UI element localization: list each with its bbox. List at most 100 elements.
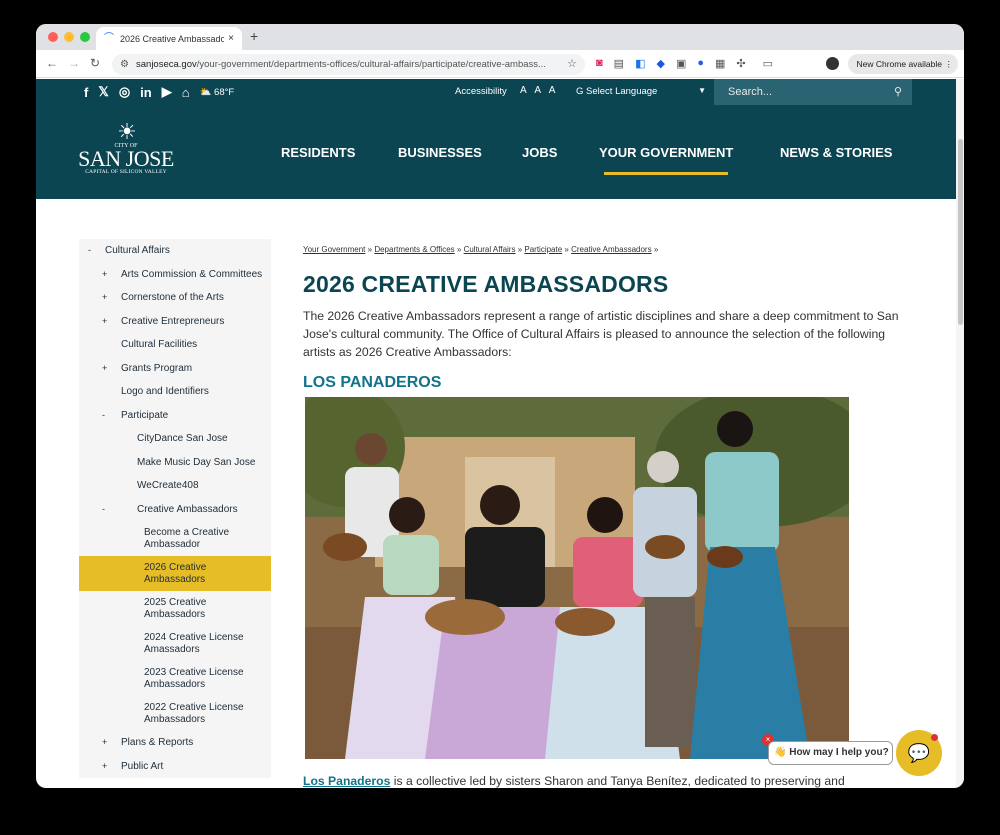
close-tab-icon[interactable]: × bbox=[228, 33, 234, 44]
new-tab-button[interactable]: + bbox=[250, 28, 258, 44]
sun-logo-icon: ☀ bbox=[117, 119, 137, 144]
collapse-icon[interactable]: - bbox=[102, 504, 105, 516]
breadcrumb-participate[interactable]: Participate bbox=[524, 245, 562, 254]
breadcrumb-cultural-affairs[interactable]: Cultural Affairs bbox=[464, 245, 516, 254]
sidebar-item-label: Cultural Affairs bbox=[105, 245, 170, 256]
address-bar[interactable]: ⚙ sanjoseca.gov/your-government/departme… bbox=[112, 54, 585, 75]
bookmark-star-icon[interactable]: ☆ bbox=[567, 54, 577, 75]
collapse-icon[interactable]: - bbox=[88, 245, 91, 257]
facebook-icon[interactable]: f bbox=[84, 85, 88, 100]
sidebar-item[interactable]: + Plans & Reports bbox=[79, 731, 271, 755]
sidebar-item[interactable]: - Creative Ambassadors bbox=[79, 498, 271, 522]
nav-residents[interactable]: RESIDENTS bbox=[281, 145, 355, 160]
expand-icon[interactable]: + bbox=[102, 316, 107, 328]
sidebar-item[interactable]: 2026 Creative Ambassadors bbox=[79, 556, 271, 591]
sidebar-item[interactable]: - Participate bbox=[79, 404, 271, 428]
site-search-input[interactable]: Search... ⚲ bbox=[714, 79, 912, 105]
language-select[interactable]: G Select Language ▼ bbox=[576, 86, 706, 97]
forward-button[interactable]: → bbox=[68, 56, 80, 70]
chat-button[interactable]: 💬 bbox=[896, 730, 942, 776]
scrollbar-thumb[interactable] bbox=[958, 139, 963, 325]
reload-button[interactable]: ↻ bbox=[90, 56, 100, 70]
tab-search-icon[interactable]: ▭ bbox=[763, 57, 773, 70]
sidebar-item[interactable]: Cultural Facilities bbox=[79, 333, 271, 357]
sidebar-item-label: Make Music Day San Jose bbox=[137, 456, 256, 468]
profile-avatar[interactable] bbox=[826, 57, 839, 70]
dropbox-icon[interactable]: ◆ bbox=[656, 57, 664, 70]
breadcrumb-departments[interactable]: Departments & Offices bbox=[374, 245, 454, 254]
breadcrumb-your-government[interactable]: Your Government bbox=[303, 245, 365, 254]
language-label: Select Language bbox=[586, 86, 658, 97]
sidebar-item[interactable]: 2023 Creative License Ambassadors bbox=[79, 661, 271, 696]
sidebar-item[interactable]: + Arts Commission & Committees bbox=[79, 263, 271, 287]
nav-jobs[interactable]: JOBS bbox=[522, 145, 557, 160]
breadcrumb-sep: » bbox=[517, 245, 523, 254]
social-links: f 𝕏 ◎ in ▶ ⌂ ⛅ 68°F bbox=[84, 84, 234, 100]
expand-icon[interactable]: + bbox=[102, 363, 107, 375]
accessibility-link[interactable]: Accessibility bbox=[455, 86, 507, 97]
nav-news-stories[interactable]: NEWS & STORIES bbox=[780, 145, 892, 160]
extension-grid-icon[interactable]: ▦ bbox=[715, 57, 725, 70]
sidebar-item[interactable]: + Cornerstone of the Arts bbox=[79, 286, 271, 310]
los-panaderos-link[interactable]: Los Panaderos bbox=[303, 774, 390, 788]
translate-icon[interactable]: ◧ bbox=[635, 57, 645, 70]
logo-name: SAN JOSE bbox=[78, 146, 174, 171]
search-placeholder: Search... bbox=[728, 86, 773, 98]
expand-icon[interactable]: + bbox=[102, 269, 107, 281]
youtube-icon[interactable]: ▶ bbox=[162, 84, 172, 100]
notification-dot bbox=[931, 734, 938, 741]
close-window-button[interactable] bbox=[48, 32, 58, 42]
sidebar-item[interactable]: - Cultural Affairs bbox=[79, 239, 271, 263]
sidebar-item[interactable]: Make Music Day San Jose bbox=[79, 451, 271, 475]
site-info-icon[interactable]: ⚙ bbox=[120, 54, 129, 75]
sidebar-item[interactable]: 2024 Creative License Amassadors bbox=[79, 626, 271, 661]
sidebar-item-label: Arts Commission & Committees bbox=[121, 268, 263, 280]
url-path: /your-government/departments-offices/cul… bbox=[196, 59, 546, 70]
san-jose-logo[interactable]: ☀ CITY OF SAN JOSE CAPITAL OF SILICON VA… bbox=[78, 119, 174, 176]
pocket-icon[interactable]: ◙ bbox=[596, 57, 603, 70]
url-domain: sanjoseca.gov bbox=[136, 59, 197, 70]
breadcrumb-creative-ambassadors[interactable]: Creative Ambassadors bbox=[571, 245, 651, 254]
reader-icon[interactable]: ▣ bbox=[676, 57, 686, 70]
chrome-update-label: New Chrome available bbox=[856, 59, 942, 69]
sidebar-item[interactable]: + Creative Entrepreneurs bbox=[79, 310, 271, 334]
tab-active[interactable]: ⌒ 2026 Creative Ambassadors | City of Sa… bbox=[96, 27, 242, 50]
description-text: is a collective led by sisters Sharon an… bbox=[390, 774, 845, 788]
expand-icon[interactable]: + bbox=[102, 292, 107, 304]
chrome-update-button[interactable]: New Chrome available ⋮ bbox=[848, 54, 958, 74]
maximize-window-button[interactable] bbox=[80, 32, 90, 42]
breadcrumb-sep: » bbox=[564, 245, 569, 254]
site-favicon-icon: ⌒ bbox=[104, 33, 114, 44]
search-icon[interactable]: ⚲ bbox=[894, 79, 902, 105]
scrollbar[interactable] bbox=[956, 79, 964, 788]
puzzle-icon[interactable]: ✣ bbox=[736, 57, 745, 70]
document-icon[interactable]: ▤ bbox=[614, 57, 624, 70]
sidebar-item[interactable]: WeCreate408 bbox=[79, 474, 271, 498]
sidebar-item[interactable]: + Public Art bbox=[79, 755, 271, 779]
sidebar-item[interactable]: Logo and Identifiers bbox=[79, 380, 271, 404]
nextdoor-icon[interactable]: ⌂ bbox=[182, 85, 190, 100]
nav-businesses[interactable]: BUSINESSES bbox=[398, 145, 482, 160]
nav-your-government[interactable]: YOUR GOVERNMENT bbox=[599, 145, 733, 160]
more-menu-icon[interactable]: ⋮ bbox=[945, 54, 954, 74]
expand-icon[interactable]: + bbox=[102, 737, 107, 749]
collapse-icon[interactable]: - bbox=[102, 410, 105, 422]
sidebar-item-label: 2024 Creative License Amassadors bbox=[144, 632, 244, 655]
linkedin-icon[interactable]: in bbox=[140, 85, 152, 100]
web-page: f 𝕏 ◎ in ▶ ⌂ ⛅ 68°F Accessibility A A A … bbox=[36, 79, 956, 788]
back-button[interactable]: ← bbox=[46, 56, 58, 70]
x-twitter-icon[interactable]: 𝕏 bbox=[98, 84, 108, 100]
sidebar-item[interactable]: 2022 Creative License Ambassadors bbox=[79, 696, 271, 731]
sidebar-item[interactable]: Become a Creative Ambassador bbox=[79, 521, 271, 556]
font-size-controls[interactable]: A A A bbox=[520, 85, 558, 96]
expand-icon[interactable]: + bbox=[102, 761, 107, 773]
zoom-icon[interactable]: ● bbox=[697, 57, 704, 70]
sidebar-item[interactable]: + Grants Program bbox=[79, 357, 271, 381]
sidebar-item[interactable]: 2025 Creative Ambassadors bbox=[79, 591, 271, 626]
instagram-icon[interactable]: ◎ bbox=[119, 84, 130, 100]
minimize-window-button[interactable] bbox=[64, 32, 74, 42]
chat-prompt[interactable]: 👋 How may I help you? bbox=[768, 741, 893, 765]
weather-readout: ⛅ 68°F bbox=[199, 86, 235, 98]
intro-paragraph: The 2026 Creative Ambassadors represent … bbox=[303, 309, 899, 359]
sidebar-item[interactable]: CityDance San Jose bbox=[79, 427, 271, 451]
